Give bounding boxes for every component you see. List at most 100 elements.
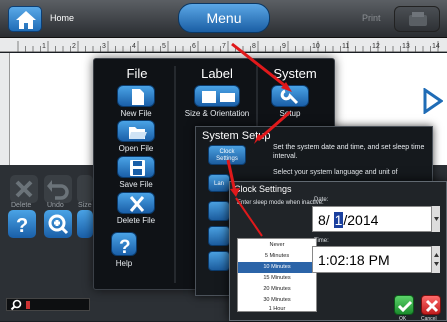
new-file-label: New File	[120, 109, 152, 118]
language-description: Select your system language and unit of	[273, 169, 398, 176]
size-orientation-button[interactable]	[194, 85, 240, 107]
zoom-level-indicator	[26, 301, 30, 309]
ruler-number: 9	[282, 43, 286, 50]
magnifier-icon	[10, 299, 22, 311]
label-column-header: Label	[201, 66, 233, 81]
date-field[interactable]: 8/ 1/2014	[312, 206, 439, 232]
system-setup-title: System Setup	[202, 130, 271, 142]
ruler-number: 5	[162, 43, 166, 50]
new-file-button[interactable]	[117, 85, 155, 107]
setup-button[interactable]	[271, 85, 309, 107]
ruler-ticks: 1 2 3 4 5 6 7 8 9 10 11 12 13 14	[17, 41, 440, 52]
ruler-number: 13	[402, 43, 410, 50]
sleep-option-20min[interactable]: 20 Minutes	[238, 284, 316, 295]
language-button[interactable]: Lan	[208, 174, 230, 192]
sleep-option-1hour[interactable]: 1 Hour	[238, 306, 316, 312]
ruler-number: 14	[432, 43, 440, 50]
help-button[interactable]: ?	[111, 232, 137, 258]
undo-label: Undo	[47, 202, 64, 209]
svg-text:?: ?	[119, 237, 131, 257]
delete-file-button[interactable]	[117, 192, 155, 214]
home-label: Home	[50, 13, 75, 23]
label-orientation-icon	[202, 91, 235, 103]
sleep-option-15min[interactable]: 15 Minutes	[238, 273, 316, 284]
home-button[interactable]	[8, 6, 42, 32]
file-column-header: File	[126, 66, 148, 81]
ruler-number: 11	[342, 43, 349, 50]
home-icon	[16, 11, 36, 29]
close-icon	[425, 299, 439, 313]
next-page-arrow-icon[interactable]	[423, 88, 443, 114]
ruler-number: 8	[252, 43, 256, 50]
undo-icon	[47, 180, 69, 200]
date-month: 8/	[318, 212, 334, 228]
size-label: Size	[78, 202, 92, 209]
spinner-arrows-icon	[434, 253, 439, 266]
wrench-icon	[280, 89, 299, 105]
help-label: Help	[115, 259, 133, 268]
zoom-in-button[interactable]	[44, 210, 72, 238]
ruler-number: 10	[312, 43, 320, 50]
time-spinner[interactable]	[431, 246, 440, 273]
system-option-button-3[interactable]	[208, 201, 230, 221]
system-column-header: System	[273, 66, 317, 81]
open-folder-icon	[129, 127, 147, 139]
save-disk-icon	[130, 160, 145, 176]
help-icon: ?	[119, 237, 131, 258]
ruler-number: 7	[222, 43, 226, 50]
setup-label: Setup	[279, 109, 301, 118]
ruler-number: 4	[132, 43, 136, 50]
open-file-button[interactable]	[117, 120, 155, 142]
size-orientation-label: Size & Orientation	[184, 109, 250, 118]
save-file-button[interactable]	[117, 156, 155, 178]
printer-icon	[409, 12, 427, 26]
ok-button[interactable]	[394, 295, 414, 315]
chevron-down-icon	[434, 217, 439, 221]
checkmark-icon	[397, 300, 413, 313]
delete-file-label: Delete File	[116, 216, 156, 225]
undo-button[interactable]	[44, 175, 72, 203]
cancel-label: Cancel	[421, 316, 437, 322]
zoom-in-icon	[48, 214, 69, 235]
save-file-label: Save File	[119, 180, 153, 189]
ruler-number: 6	[192, 43, 196, 50]
size-button[interactable]	[77, 175, 93, 203]
question-icon: ?	[16, 215, 28, 237]
ok-label: OK	[399, 316, 407, 322]
menu-button[interactable]: Menu	[178, 3, 270, 33]
time-field[interactable]: 1:02:18 PM	[312, 246, 439, 273]
sleep-option-5min[interactable]: 5 Minutes	[238, 251, 316, 262]
svg-text:?: ?	[16, 215, 28, 237]
open-file-label: Open File	[118, 144, 154, 153]
sleep-option-10min-selected[interactable]: 10 Minutes	[238, 262, 316, 273]
zoom-bar[interactable]	[6, 298, 90, 311]
delete-icon	[15, 180, 33, 198]
sleep-option-30min[interactable]: 30 Minutes	[238, 295, 316, 306]
clock-settings-title: Clock Settings	[234, 184, 292, 194]
clock-settings-description: Set the system date and time, and set sl…	[273, 144, 425, 160]
vertical-ruler	[0, 53, 10, 165]
print-label: Print	[362, 13, 381, 23]
delete-label: Delete	[11, 202, 32, 209]
system-option-button-5[interactable]	[208, 251, 230, 271]
system-option-button-4[interactable]	[208, 226, 230, 246]
date-year: /2014	[343, 212, 379, 228]
date-dropdown-arrow[interactable]	[431, 206, 440, 232]
zoom-out-button[interactable]	[77, 210, 93, 238]
cancel-button[interactable]	[421, 295, 441, 315]
new-file-icon	[132, 89, 144, 105]
ruler-number: 2	[72, 43, 76, 50]
delete-button[interactable]	[10, 175, 38, 203]
sleep-option-never[interactable]: Never	[238, 240, 316, 251]
sleep-mode-list[interactable]: Never 5 Minutes 10 Minutes 15 Minutes 20…	[237, 238, 317, 312]
help-tool-button[interactable]: ?	[8, 210, 36, 238]
ruler-number: 1	[42, 43, 46, 50]
date-label: Date:	[314, 197, 329, 203]
ruler-number: 12	[372, 43, 380, 50]
print-button[interactable]	[394, 6, 440, 32]
date-day-selected[interactable]: 1	[333, 212, 344, 228]
delete-x-icon	[129, 196, 145, 212]
clock-settings-button[interactable]: Clock Settings	[208, 145, 246, 165]
sleep-mode-label: Enter sleep mode when inactive:	[237, 200, 324, 206]
time-label: Time:	[314, 238, 329, 244]
